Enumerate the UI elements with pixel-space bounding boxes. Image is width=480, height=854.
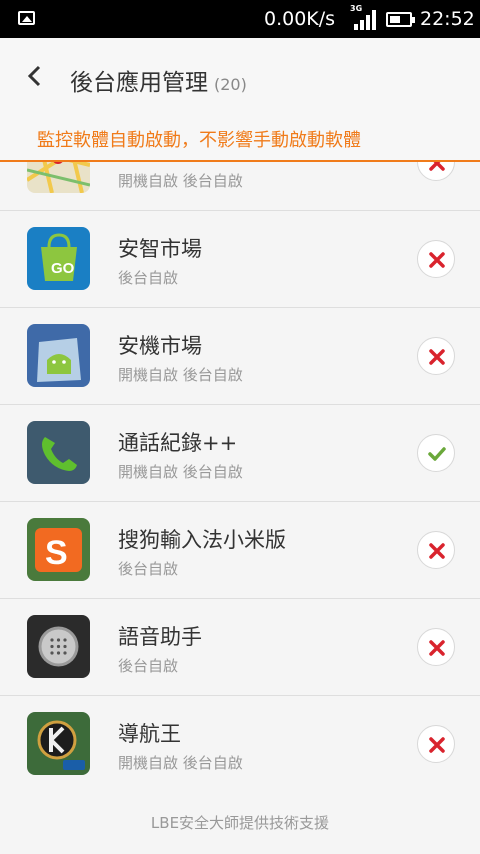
- title-bar: 後台應用管理 (20): [0, 38, 480, 116]
- allow-toggle-button[interactable]: [417, 434, 455, 472]
- app-list-item[interactable]: 語音助手 後台自啟: [0, 599, 480, 696]
- back-arrow-icon[interactable]: [24, 65, 46, 87]
- picture-notification-icon: [18, 11, 35, 25]
- page-title: 後台應用管理 (20): [70, 63, 247, 97]
- voice-assistant-icon: [27, 615, 90, 678]
- phone-icon: [27, 421, 90, 484]
- app-name: 語音助手: [118, 625, 202, 649]
- battery-icon: [386, 12, 415, 27]
- app-status: 後台自啟: [118, 269, 179, 287]
- notice-text: 監控軟體自動啟動，不影響手動啟動軟體: [37, 130, 361, 151]
- app-name: 搜狗輸入法小米版: [118, 528, 286, 552]
- app-count: (20): [214, 75, 247, 94]
- close-icon: [429, 543, 445, 559]
- notice-banner: 監控軟體自動啟動，不影響手動啟動軟體: [0, 116, 480, 162]
- close-icon: [429, 349, 445, 365]
- app-name: 通話紀錄++: [118, 431, 238, 455]
- svg-text:S: S: [45, 534, 68, 572]
- gfan-market-icon: GO: [27, 227, 90, 290]
- app-list-item[interactable]: S 搜狗輸入法小米版 後台自啟: [0, 502, 480, 599]
- app-status: 開機自啟 後台自啟: [118, 463, 243, 481]
- svg-text:GO: GO: [51, 260, 75, 277]
- app-list-item[interactable]: 安機市場 開機自啟 後台自啟: [0, 308, 480, 405]
- deny-toggle-button[interactable]: [417, 725, 455, 763]
- deny-toggle-button[interactable]: [417, 337, 455, 375]
- app-list-item[interactable]: 通話紀錄++ 開機自啟 後台自啟: [0, 405, 480, 502]
- close-icon: [429, 737, 445, 753]
- app-status: 後台自啟: [118, 560, 179, 578]
- page-title-text: 後台應用管理: [70, 70, 208, 96]
- app-name: 安機市場: [118, 334, 202, 358]
- close-icon: [429, 252, 445, 268]
- app-name: 導航王: [118, 722, 181, 746]
- deny-toggle-button[interactable]: [417, 531, 455, 569]
- footer-credit: LBE安全大師提供技術支援: [150, 814, 330, 832]
- app-status: 開機自啟 後台自啟: [118, 754, 243, 772]
- app-name: 安智市場: [118, 237, 202, 261]
- network-speed: 0.00K/s: [264, 8, 336, 30]
- app-list-item[interactable]: 導航王 開機自啟 後台自啟: [0, 696, 480, 792]
- close-icon: [429, 162, 445, 171]
- map-icon: [27, 162, 90, 193]
- app-list[interactable]: 開機自啟 後台自啟 GO 安智市場 後台自啟 安機市場 開機自啟 後台自啟 通話…: [0, 162, 480, 792]
- close-icon: [429, 640, 445, 656]
- deny-toggle-button[interactable]: [417, 240, 455, 278]
- deny-toggle-button[interactable]: [417, 628, 455, 666]
- sogou-input-icon: S: [27, 518, 90, 581]
- app-status: 開機自啟 後台自啟: [118, 172, 243, 190]
- deny-toggle-button[interactable]: [417, 162, 455, 181]
- app-list-item[interactable]: 開機自啟 後台自啟: [0, 162, 480, 211]
- signal-icon: [354, 10, 376, 30]
- app-status: 開機自啟 後台自啟: [118, 366, 243, 384]
- check-icon: [428, 447, 446, 461]
- navigation-king-icon: [27, 712, 90, 775]
- clock: 22:52: [420, 8, 475, 30]
- status-bar: 0.00K/s 3G 22:52: [0, 0, 480, 38]
- app-status: 後台自啟: [118, 657, 179, 675]
- app-list-item[interactable]: GO 安智市場 後台自啟: [0, 211, 480, 308]
- android-market-icon: [27, 324, 90, 387]
